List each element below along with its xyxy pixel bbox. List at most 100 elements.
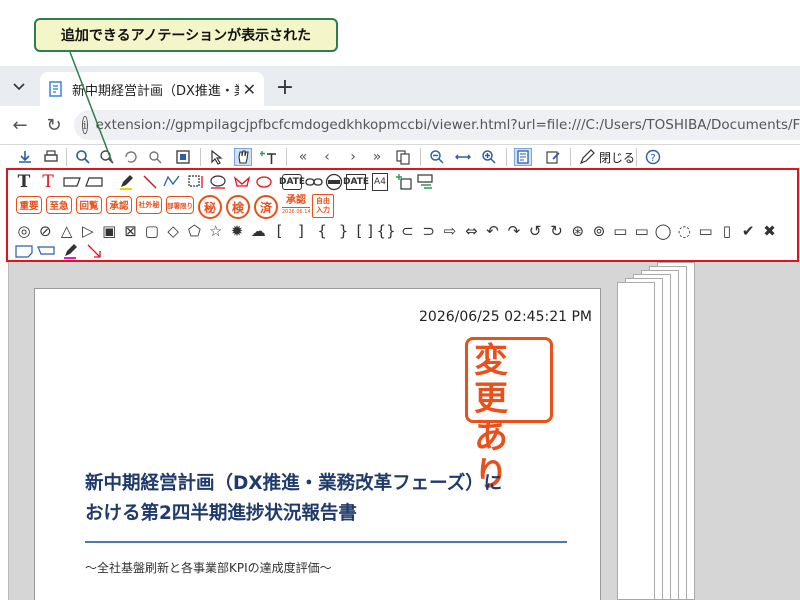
- prev-page-icon[interactable]: ‹: [318, 148, 336, 166]
- star-icon[interactable]: ☆: [206, 221, 226, 241]
- link-tool-icon[interactable]: [304, 172, 324, 192]
- redo-arrow-icon[interactable]: ↷: [504, 221, 524, 241]
- help-icon[interactable]: ?: [644, 148, 662, 166]
- cross-icon[interactable]: ✖: [760, 221, 780, 241]
- hand-icon[interactable]: [234, 148, 252, 166]
- date-circle-stamp-icon[interactable]: [324, 172, 344, 192]
- line-tool-icon[interactable]: [140, 172, 160, 192]
- double-circle-icon[interactable]: ◎: [14, 221, 34, 241]
- marker-icon[interactable]: [60, 241, 80, 261]
- browser-tab-active[interactable]: 新中期経営計画（DX推進・業務改革 ✕: [40, 72, 264, 106]
- download-icon[interactable]: [16, 148, 34, 166]
- new-tab-button[interactable]: +: [272, 74, 298, 100]
- stamp-free-input[interactable]: 自由 入力: [312, 194, 334, 218]
- diamond-icon[interactable]: ◇: [163, 221, 183, 241]
- rotate-left-icon[interactable]: ↺: [525, 221, 545, 241]
- rotate-right-icon[interactable]: ↻: [547, 221, 567, 241]
- note-icon[interactable]: ▯: [717, 221, 737, 241]
- bracket-right-icon[interactable]: ]: [291, 221, 311, 241]
- change-stamp[interactable]: 変更あり: [465, 337, 553, 494]
- stamp-done-circle[interactable]: 済: [254, 195, 278, 219]
- document-page[interactable]: 2026/06/25 02:45:21 PM 変更あり 新中期経営計画（DX推進…: [34, 288, 601, 600]
- info-icon[interactable]: i: [82, 116, 88, 134]
- square-icon[interactable]: ▣: [99, 221, 119, 241]
- pen-icon[interactable]: [578, 148, 596, 166]
- add-note-tool-icon[interactable]: [394, 172, 414, 192]
- tab-list-button[interactable]: [5, 74, 33, 100]
- cloud-mark-tool-icon[interactable]: [232, 172, 252, 192]
- next-page-icon[interactable]: ›: [344, 148, 362, 166]
- bracket-left-icon[interactable]: [: [270, 221, 290, 241]
- stamp-confidential[interactable]: 社外秘: [136, 196, 162, 214]
- rect-select-tool-icon[interactable]: [186, 172, 206, 192]
- cloud-shape-tool-icon[interactable]: [254, 172, 274, 192]
- spiral-a-icon[interactable]: ⊛: [568, 221, 588, 241]
- starburst-icon[interactable]: ✹: [227, 221, 247, 241]
- text-insert-icon[interactable]: [260, 148, 278, 166]
- red-text-tool-icon[interactable]: T: [38, 172, 58, 192]
- zoom-tool-icon[interactable]: [146, 148, 164, 166]
- callout-box-icon[interactable]: ▭: [696, 221, 716, 241]
- select-icon[interactable]: [208, 148, 226, 166]
- annotation-toggle-icon[interactable]: [514, 148, 532, 166]
- first-page-icon[interactable]: «: [294, 148, 312, 166]
- stamp-inspected-circle[interactable]: 検: [226, 195, 250, 219]
- image-icon[interactable]: [174, 148, 192, 166]
- stamp-department-only[interactable]: 部署限り: [166, 196, 194, 214]
- reload-button[interactable]: ↻: [40, 112, 68, 138]
- zoom-in-icon[interactable]: [480, 148, 498, 166]
- last-page-icon[interactable]: »: [368, 148, 386, 166]
- stamp-approval-dated[interactable]: 承認 2026.06.14: [282, 195, 311, 219]
- stamp-urgent[interactable]: 至急: [46, 196, 72, 214]
- play-triangle-icon[interactable]: ▷: [78, 221, 98, 241]
- curve-left-icon[interactable]: ⊂: [397, 221, 417, 241]
- brace-right-icon[interactable]: }: [334, 221, 354, 241]
- url-text[interactable]: extension://gpmpilagcjpfbcfcmdogedkhkopm…: [96, 117, 800, 133]
- stamp-circulate[interactable]: 回覧: [76, 196, 102, 214]
- spiral-b-icon[interactable]: ⊚: [589, 221, 609, 241]
- stamp-important[interactable]: 重要: [16, 196, 42, 214]
- find-icon[interactable]: [98, 148, 116, 166]
- undo-arrow-icon[interactable]: ↶: [483, 221, 503, 241]
- polyline-tool-icon[interactable]: [162, 172, 182, 192]
- page-size-a4-icon[interactable]: A4: [372, 173, 388, 191]
- arrow-tool-icon[interactable]: [84, 241, 104, 261]
- rounded-rect-icon[interactable]: ▢: [142, 221, 162, 241]
- warning-triangle-icon[interactable]: △: [57, 221, 77, 241]
- curve-right-icon[interactable]: ⊃: [419, 221, 439, 241]
- callout-rect-icon[interactable]: ▭: [610, 221, 630, 241]
- brackets-icon[interactable]: [ ]: [355, 221, 375, 241]
- date-stamp-icon[interactable]: DATE: [279, 174, 305, 190]
- page-icon[interactable]: [394, 148, 412, 166]
- ellipse-select-tool-icon[interactable]: [208, 172, 228, 192]
- brace-left-icon[interactable]: {: [312, 221, 332, 241]
- highlighter-icon[interactable]: [116, 172, 136, 192]
- tab-close-icon[interactable]: ✕: [243, 80, 256, 99]
- callout-rect-alt-icon[interactable]: ▭: [632, 221, 652, 241]
- tag-label-icon[interactable]: [36, 241, 56, 261]
- arrow-both-icon[interactable]: ⇔: [461, 221, 481, 241]
- back-button[interactable]: ←: [6, 112, 34, 138]
- stamp-manage-tool-icon[interactable]: [416, 172, 436, 192]
- crossed-square-icon[interactable]: ⊠: [121, 221, 141, 241]
- edit-icon[interactable]: [544, 148, 562, 166]
- zoom-out-icon[interactable]: [428, 148, 446, 166]
- callout-ellipse-icon[interactable]: ◯: [653, 221, 673, 241]
- close-viewer-button[interactable]: 閉じる: [599, 149, 635, 166]
- search-icon[interactable]: [74, 148, 92, 166]
- fit-width-icon[interactable]: [454, 148, 472, 166]
- stamp-approved[interactable]: 承認: [106, 196, 132, 214]
- address-bar[interactable]: i extension://gpmpilagcjpfbcfcmdogedkhko…: [74, 110, 800, 140]
- rotate-icon[interactable]: [122, 148, 140, 166]
- print-icon[interactable]: [42, 148, 60, 166]
- label-alt-tool-icon[interactable]: [84, 172, 104, 192]
- callout-cloud-icon[interactable]: ◌: [674, 221, 694, 241]
- text-tool-icon[interactable]: T: [14, 172, 34, 192]
- stamp-secret-circle[interactable]: 秘: [198, 195, 222, 219]
- braces-icon[interactable]: {}: [376, 221, 396, 241]
- label-tool-icon[interactable]: [62, 172, 82, 192]
- arrow-right-icon[interactable]: ⇨: [440, 221, 460, 241]
- sticky-label-icon[interactable]: [14, 241, 34, 261]
- no-entry-icon[interactable]: ⊘: [35, 221, 55, 241]
- check-icon[interactable]: ✔: [738, 221, 758, 241]
